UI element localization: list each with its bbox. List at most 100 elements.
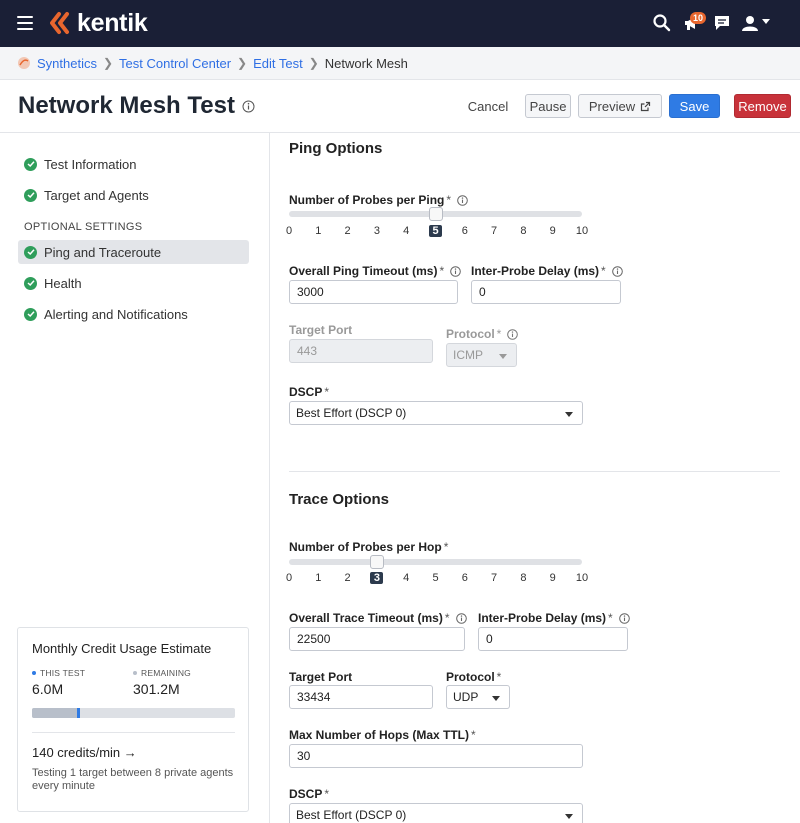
credit-usage-description: Testing 1 target between 8 private agent… — [32, 767, 234, 792]
ping-delay-input[interactable]: 0 — [471, 280, 621, 304]
slider-tick-label[interactable]: 2 — [341, 572, 355, 584]
sidebar-item-health[interactable]: Health — [18, 271, 249, 295]
pause-button[interactable]: Pause — [525, 94, 571, 118]
breadcrumb: Synthetics ❯ Test Control Center ❯ Edit … — [0, 47, 800, 80]
trace-dscp-select[interactable]: Best Effort (DSCP 0) — [289, 803, 583, 823]
chat-icon[interactable] — [712, 13, 732, 33]
trace-probes-tick-labels: 0 1 2 3 4 5 6 7 8 9 10 — [286, 572, 588, 586]
slider-tick-label[interactable]: 2 — [341, 225, 355, 237]
remaining-dot — [133, 671, 137, 675]
slider-tick-label[interactable]: 0 — [282, 225, 296, 237]
ping-dscp-label-text: DSCP — [289, 385, 323, 399]
slider-tick-label[interactable]: 5 — [429, 572, 443, 584]
check-circle-icon — [24, 188, 37, 202]
slider-tick-label[interactable]: 3 — [370, 225, 384, 237]
ping-probes-tick-labels: 0 1 2 3 4 5 6 7 8 9 10 — [286, 225, 588, 239]
slider-tick-label[interactable]: 8 — [516, 572, 530, 584]
trace-probes-slider-track[interactable] — [289, 559, 582, 565]
slider-tick-label[interactable]: 7 — [487, 225, 501, 237]
preview-button[interactable]: Preview — [578, 94, 662, 118]
slider-tick-label[interactable]: 8 — [516, 225, 530, 237]
breadcrumb-test-control-center[interactable]: Test Control Center — [119, 56, 231, 71]
trace-options-title: Trace Options — [289, 491, 390, 508]
user-menu-chevron-down-icon[interactable] — [762, 19, 770, 24]
ping-protocol-select: ICMP — [446, 343, 517, 367]
trace-max-hops-label-text: Max Number of Hops (Max TTL) — [289, 728, 470, 742]
info-icon[interactable] — [618, 612, 630, 624]
sidebar-item-target-and-agents[interactable]: Target and Agents — [18, 183, 249, 207]
slider-tick-label[interactable]: 1 — [311, 572, 325, 584]
this-test-label-text: THIS TEST — [40, 668, 86, 678]
this-test-value: 6.0M — [32, 681, 64, 697]
slider-tick-label[interactable]: 4 — [399, 572, 413, 584]
trace-probes-label-text: Number of Probes per Hop — [289, 540, 442, 554]
ping-options-title: Ping Options — [289, 140, 383, 157]
slider-tick-label[interactable]: 10 — [575, 225, 589, 237]
slider-tick-label[interactable]: 6 — [458, 572, 472, 584]
sidebar-item-test-information[interactable]: Test Information — [18, 152, 249, 176]
slider-tick-label[interactable]: 1 — [311, 225, 325, 237]
credit-usage-bar — [32, 708, 235, 718]
slider-tick-label[interactable]: 7 — [487, 572, 501, 584]
trace-protocol-label-text: Protocol — [446, 670, 495, 684]
remove-button[interactable]: Remove — [734, 94, 791, 118]
slider-tick-label[interactable]: 6 — [458, 225, 472, 237]
slider-tick-label[interactable]: 4 — [399, 225, 413, 237]
ping-probes-slider-handle[interactable] — [428, 207, 443, 221]
info-icon[interactable] — [457, 194, 468, 206]
trace-dscp-label: DSCP * — [289, 787, 329, 801]
menu-icon[interactable] — [17, 16, 33, 30]
slider-tick-label[interactable]: 9 — [546, 572, 560, 584]
trace-max-hops-input[interactable]: 30 — [289, 744, 583, 768]
breadcrumb-synthetics[interactable]: Synthetics — [37, 56, 97, 71]
chevron-right-icon: ❯ — [102, 56, 114, 70]
ping-protocol-value: ICMP — [453, 348, 483, 362]
credits-per-minute-link[interactable]: 140 credits/min → — [32, 745, 137, 760]
trace-protocol-select[interactable]: UDP — [446, 685, 510, 709]
slider-tick-label[interactable]: 5 — [429, 225, 442, 237]
page-title: Network Mesh Test — [18, 92, 235, 119]
sidebar-item-label: Health — [44, 275, 82, 291]
optional-settings-heading: OPTIONAL SETTINGS — [24, 221, 143, 233]
sidebar-item-ping-and-traceroute[interactable]: Ping and Traceroute — [18, 240, 249, 264]
trace-max-hops-label: Max Number of Hops (Max TTL) * — [289, 728, 476, 742]
info-icon[interactable] — [242, 100, 255, 113]
kentik-logo[interactable]: kentik — [50, 8, 148, 38]
trace-port-input[interactable]: 33434 — [289, 685, 433, 709]
required-mark: * — [324, 385, 330, 399]
info-icon[interactable] — [507, 328, 519, 340]
required-mark: * — [608, 611, 613, 625]
section-divider — [289, 471, 780, 472]
info-icon[interactable] — [455, 612, 467, 624]
trace-probes-slider-handle[interactable] — [369, 555, 384, 569]
ping-timeout-input[interactable]: 3000 — [289, 280, 458, 304]
info-icon[interactable] — [450, 265, 461, 277]
search-icon[interactable] — [652, 13, 672, 33]
sidebar-item-alerting-and-notifications[interactable]: Alerting and Notifications — [18, 302, 249, 326]
slider-tick-label[interactable]: 9 — [546, 225, 560, 237]
sidebar-item-label: Ping and Traceroute — [44, 244, 162, 260]
slider-tick-label[interactable]: 0 — [282, 572, 296, 584]
ping-port-input: 443 — [289, 339, 433, 363]
required-mark: * — [439, 264, 445, 278]
ping-dscp-select[interactable]: Best Effort (DSCP 0) — [289, 401, 583, 425]
trace-timeout-input[interactable]: 22500 — [289, 627, 465, 651]
slider-tick-label[interactable]: 10 — [575, 572, 589, 584]
required-mark: * — [443, 540, 449, 554]
breadcrumb-edit-test[interactable]: Edit Test — [253, 56, 303, 71]
check-circle-icon — [24, 157, 37, 171]
required-mark: * — [324, 787, 330, 801]
trace-delay-input[interactable]: 0 — [478, 627, 628, 651]
trace-port-label: Target Port — [289, 670, 353, 684]
sidebar-item-label: Alerting and Notifications — [44, 306, 188, 322]
info-icon[interactable] — [611, 265, 623, 277]
this-test-dot — [32, 671, 36, 675]
save-button[interactable]: Save — [669, 94, 720, 118]
trace-dscp-value: Best Effort (DSCP 0) — [296, 808, 407, 822]
trace-dscp-label-text: DSCP — [289, 787, 323, 801]
user-icon[interactable] — [740, 13, 760, 33]
required-mark: * — [444, 611, 450, 625]
slider-tick-label[interactable]: 3 — [370, 572, 384, 584]
cancel-button[interactable]: Cancel — [462, 94, 514, 118]
top-nav-bar: kentik 10 — [0, 0, 800, 47]
